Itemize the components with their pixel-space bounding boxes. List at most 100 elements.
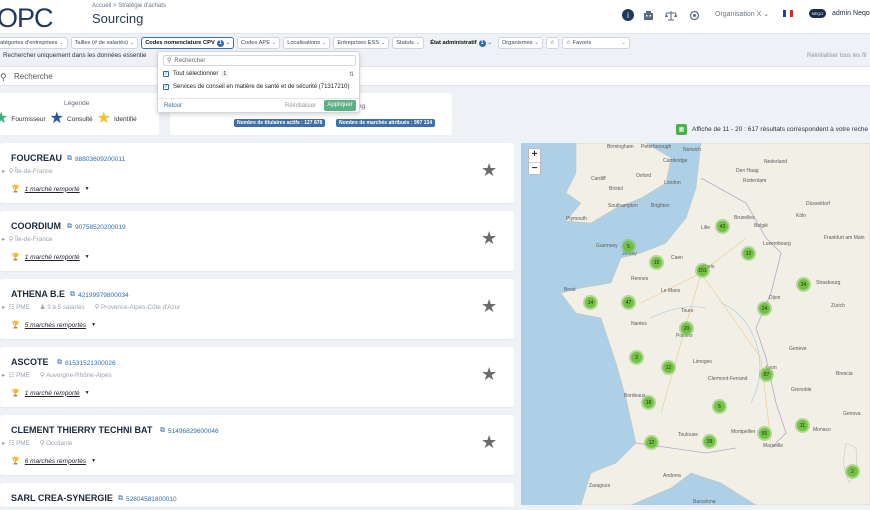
map-cluster[interactable]: 47 [621, 295, 636, 310]
filter-statuts[interactable]: Statuts ⌄ [392, 37, 425, 49]
map-cluster[interactable]: 65 [757, 426, 772, 441]
favorite-star-icon[interactable]: ★ [481, 433, 497, 451]
map-place-label: Zürich [831, 303, 845, 309]
company-name[interactable]: SARL CREA-SYNERGIE [11, 493, 113, 503]
favorite-star-icon[interactable]: ★ [481, 297, 497, 315]
map-cluster[interactable]: 11 [795, 418, 810, 433]
balance-scale-icon[interactable] [665, 8, 677, 22]
building-icon[interactable] [643, 8, 654, 22]
search-bar[interactable]: ⚲ Recherche [0, 66, 870, 86]
map-cluster[interactable]: 12 [661, 360, 676, 375]
company-name[interactable]: FOUCREAU [11, 153, 62, 163]
filter-ape[interactable]: Codes APE ⌄ [236, 37, 281, 49]
avatar[interactable]: NEQO [809, 9, 826, 18]
filter-ess[interactable]: Entreprises ESS ⌄ [333, 37, 390, 49]
location-pin-icon: ⚲ [8, 168, 14, 175]
map-cluster[interactable]: 12 [741, 246, 756, 261]
markets-toggle[interactable]: 🏆 1 marché remporté ▼ [11, 185, 90, 194]
siret-link[interactable]: ⧉ 52804581800010 [118, 495, 177, 503]
map-cluster[interactable]: 15 [649, 255, 664, 270]
favorite-star-icon[interactable]: ★ [481, 365, 497, 383]
cpv-option[interactable]: ✓ Services de conseil en matière de sant… [163, 84, 349, 90]
filter-localisations[interactable]: Localisations ⌄ [283, 37, 331, 49]
user-name[interactable]: admin Neqo [832, 10, 870, 17]
map-cluster[interactable]: 34 [796, 277, 811, 292]
info-icon[interactable]: i [622, 8, 634, 22]
map-cluster[interactable]: 24 [757, 301, 772, 316]
filter-organismes[interactable]: Organismes ⌄ [497, 37, 543, 49]
select-all-option[interactable]: ✓ Tout sélectionner 1 [163, 71, 229, 77]
company-card[interactable]: CLEMENT THIERRY TECHNI BAT ⧉ 514968296000… [0, 415, 514, 475]
siret-link[interactable]: ⧉ 42199979800034 [70, 291, 129, 299]
company-name[interactable]: ASCOTE [11, 357, 49, 367]
company-card[interactable]: SARL CREA-SYNERGIE ⧉ 52804581800010 [0, 483, 514, 507]
filter-etat-administratif[interactable]: État administratif 1 ⌄ [427, 37, 495, 49]
expand-arrow-icon[interactable]: ▸ [2, 304, 5, 311]
company-name[interactable]: ATHENA B.E [11, 289, 65, 299]
checkbox-checked-icon[interactable]: ✓ [163, 71, 169, 77]
french-flag-icon[interactable] [783, 10, 793, 17]
zoom-out-button[interactable]: − [529, 162, 540, 175]
company-name[interactable]: COORDIUM [11, 221, 61, 231]
sort-icon[interactable]: ⇅ [349, 71, 354, 78]
map-cluster[interactable]: 14 [583, 295, 598, 310]
favorites-toggle[interactable]: ☆ [545, 37, 559, 49]
expand-arrow-icon[interactable]: ▸ [2, 168, 5, 175]
back-button[interactable]: Retour [164, 103, 182, 109]
map-cluster[interactable]: 5 [621, 239, 636, 254]
organisation-selector[interactable]: Organisation X ⌄ [715, 10, 769, 18]
markets-toggle[interactable]: 🏆 1 marché remporté ▼ [11, 253, 90, 262]
reset-all-filters-link[interactable]: Réinitialiser tous les fil [807, 53, 866, 59]
caret-down-icon: ▼ [91, 322, 97, 328]
map-cluster[interactable]: 3 [629, 350, 644, 365]
markets-toggle[interactable]: 🏆 1 marché remporté ▼ [11, 389, 90, 398]
company-meta: ▸ ☷ PME ⚲ Occitanie [2, 440, 72, 447]
breadcrumb-home[interactable]: Accueil [92, 3, 111, 9]
legend-panel: Légende ★ Fournisseur ★ Consulté ★ Ident… [0, 93, 159, 135]
breadcrumb-current[interactable]: Stratégie d'achats [118, 3, 166, 9]
map-cluster[interactable]: 151 [695, 263, 710, 278]
siret-link[interactable]: ⧉ 88803609200011 [67, 155, 125, 163]
filter-favoris[interactable]: ☆ Favoris ⌄ [561, 37, 630, 49]
company-card[interactable]: COORDIUM ⧉ 90758520200019 ▸ ⚲ Île-de-Fran… [0, 211, 514, 271]
filter-cpv[interactable]: Codes nomenclature CPV 1 ⌄ [141, 37, 234, 49]
expand-arrow-icon[interactable]: ▸ [2, 236, 5, 243]
results-map[interactable]: + − Birmingham Peterborough Norwich Camb… [521, 143, 870, 505]
search-essential-data-option[interactable]: Rechercher uniquement dans les données e… [3, 52, 147, 59]
favorite-star-icon[interactable]: ★ [481, 229, 497, 247]
map-cluster[interactable]: 43 [715, 219, 730, 234]
map-place-label: Caen [671, 255, 683, 261]
siret-link[interactable]: ⧉ 81531521300026 [57, 359, 116, 367]
excel-export-icon[interactable]: ▦ [676, 124, 687, 135]
filter-tailles[interactable]: Tailles (# de salariés) ⌄ [70, 37, 139, 49]
map-cluster[interactable]: 2 [845, 464, 860, 479]
markets-toggle[interactable]: 🏆 6 marchés remportés ▼ [11, 457, 96, 466]
checkbox-checked-icon[interactable]: ✓ [163, 84, 169, 90]
map-cluster[interactable]: 12 [644, 435, 659, 450]
filter-categories[interactable]: atégories d'entreprises ⌄ [0, 37, 68, 49]
legend-identifie: Identifié [114, 115, 137, 123]
reset-button[interactable]: Réinitialiser [285, 103, 316, 109]
siret-link[interactable]: ⧉ 90758520200019 [67, 223, 126, 231]
favorite-star-icon[interactable]: ★ [481, 161, 497, 179]
map-cluster[interactable]: 18 [641, 395, 656, 410]
cpv-search-input[interactable]: ⚲ Rechercher [163, 55, 356, 66]
search-input[interactable]: Recherche [14, 72, 53, 81]
siret-link[interactable]: ⧉ 51496829600046 [160, 427, 219, 435]
support-icon[interactable] [689, 8, 700, 22]
company-meta: ▸ ☷ PME ♟ 3 à 5 salariés ⚲ Provence-Alpes-… [2, 304, 180, 311]
map-cluster[interactable]: 20 [679, 321, 694, 336]
app-logo[interactable]: OPC [0, 3, 54, 34]
map-cluster[interactable]: 87 [759, 367, 774, 382]
company-name[interactable]: CLEMENT THIERRY TECHNI BAT [11, 425, 152, 435]
zoom-in-button[interactable]: + [529, 149, 540, 162]
expand-arrow-icon[interactable]: ▸ [2, 372, 5, 379]
company-card[interactable]: ATHENA B.E ⧉ 42199979800034 ▸ ☷ PME ♟ 3 à … [0, 279, 514, 339]
map-cluster[interactable]: 5 [712, 399, 727, 414]
expand-arrow-icon[interactable]: ▸ [2, 440, 5, 447]
company-card[interactable]: FOUCREAU ⧉ 88803609200011 ▸ ⚲ Île-de-Fran… [0, 143, 514, 203]
map-cluster[interactable]: 39 [702, 434, 717, 449]
company-card[interactable]: ASCOTE ⧉ 81531521300026 ▸ ☷ PME ⚲ Auvergne… [0, 347, 514, 407]
markets-toggle[interactable]: 🏆 5 marchés remportés ▼ [11, 321, 97, 330]
apply-button[interactable]: Appliquer [324, 100, 356, 111]
